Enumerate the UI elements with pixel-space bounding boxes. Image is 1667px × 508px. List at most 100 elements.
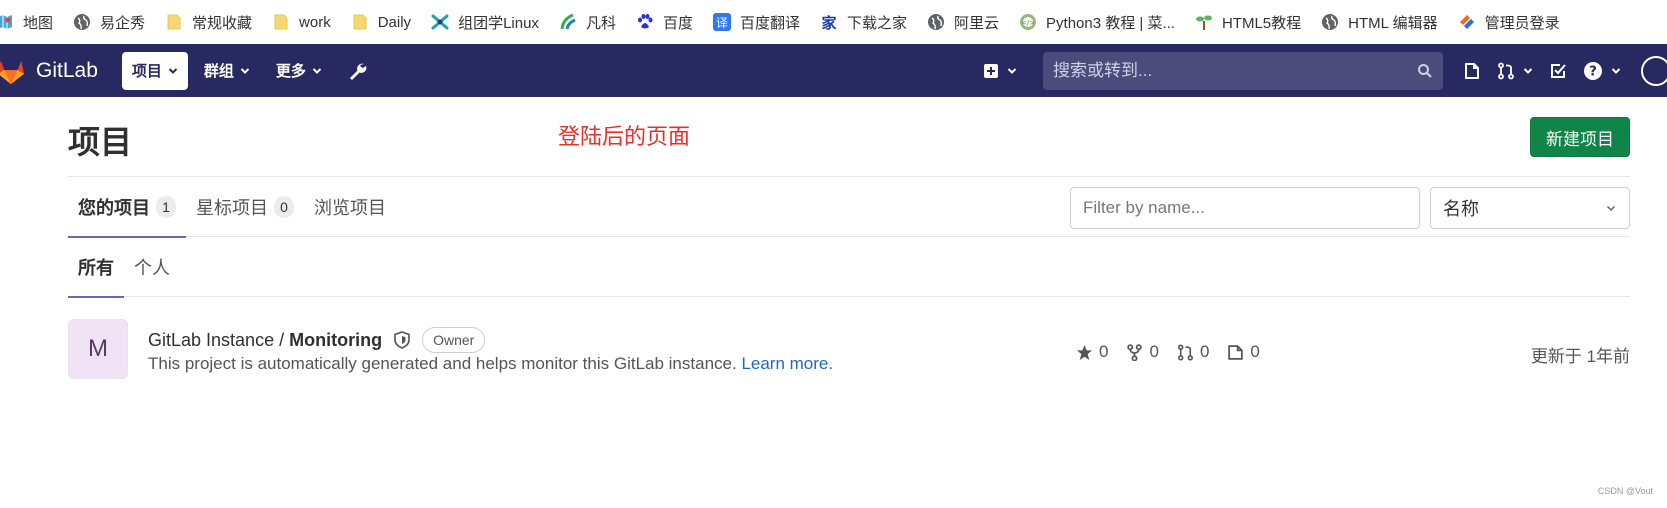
admin-area-button[interactable] xyxy=(338,52,376,90)
project-stats: 0 0 0 0 xyxy=(1076,342,1278,362)
bookmark-map[interactable]: 地图 xyxy=(0,0,53,44)
gitlab-logo-icon xyxy=(0,57,26,85)
issues-count[interactable]: 0 xyxy=(1227,342,1260,362)
search-box[interactable] xyxy=(1043,51,1443,90)
tab-starred-projects[interactable]: 星标项目 0 xyxy=(186,177,304,237)
bookmark-label: Python3 教程 | 菜... xyxy=(1046,14,1175,32)
bookmark-baidu-fanyi[interactable]: 译 百度翻译 xyxy=(712,0,800,44)
watermark: CSDN @Vout xyxy=(1597,486,1653,496)
bookmark-label: 组团学Linux xyxy=(458,14,539,32)
forks-count[interactable]: 0 xyxy=(1126,342,1159,362)
sprout-icon xyxy=(1195,13,1213,31)
stars-count[interactable]: 0 xyxy=(1076,342,1108,362)
stat-value: 0 xyxy=(1099,342,1109,361)
bookmark-label: 百度 xyxy=(662,14,693,32)
todos-button[interactable] xyxy=(1541,52,1575,90)
nav-menu-projects[interactable]: 项目 xyxy=(121,51,188,90)
bookmark-python3[interactable]: </> Python3 教程 | 菜... xyxy=(1019,0,1175,44)
chevron-down-icon xyxy=(1606,205,1616,212)
ownership-tabs: 所有 个人 xyxy=(68,237,1630,298)
nav-menu-label: 群组 xyxy=(203,63,234,80)
merge-requests-button[interactable] xyxy=(1489,52,1541,90)
project-description: This project is automatically generated … xyxy=(148,354,833,374)
tab-label: 星标项目 xyxy=(196,198,268,218)
stat-value: 0 xyxy=(1250,342,1260,361)
globe-icon xyxy=(927,13,945,31)
bookmark-xiazai-zhijia[interactable]: 家 下载之家 xyxy=(820,0,907,44)
learn-more-link[interactable]: Learn more. xyxy=(741,354,833,373)
bookmark-zutuan-linux[interactable]: 组团学Linux xyxy=(431,0,539,44)
sort-dropdown[interactable]: 名称 xyxy=(1430,187,1630,229)
bookmarks-bar: 地图 易企秀 常规收藏 work Daily 组团学Linux 凡科 百度 译 … xyxy=(0,0,1667,44)
tab-count-badge: 1 xyxy=(156,196,176,218)
sort-selected-value: 名称 xyxy=(1443,199,1479,219)
nav-menu-label: 项目 xyxy=(131,63,162,80)
help-button[interactable]: ? xyxy=(1575,52,1629,90)
tab-explore-projects[interactable]: 浏览项目 xyxy=(304,177,396,237)
bookmark-fanke[interactable]: 凡科 xyxy=(559,0,616,44)
bookmark-label: work xyxy=(299,13,331,31)
admin-icon xyxy=(1458,13,1476,31)
bookmark-folder-changgui[interactable]: 常规收藏 xyxy=(165,0,252,44)
subtab-all[interactable]: 所有 xyxy=(68,237,124,298)
bookmark-label: 易企秀 xyxy=(100,14,146,32)
bookmark-admin-login[interactable]: 管理员登录 xyxy=(1458,0,1560,44)
bookmark-label: 地图 xyxy=(23,14,54,32)
new-project-button[interactable]: 新建项目 xyxy=(1530,117,1630,157)
nav-menu-groups[interactable]: 群组 xyxy=(194,52,260,90)
zutuan-icon xyxy=(431,13,449,31)
bookmark-html5-tutorial[interactable]: HTML5教程 xyxy=(1195,0,1301,44)
project-list-item: M GitLab Instance / Monitoring Owner Thi… xyxy=(68,297,1630,397)
star-icon xyxy=(1077,344,1092,360)
translate-icon: 译 xyxy=(712,13,731,31)
folder-icon xyxy=(272,13,290,31)
merge-requests-count[interactable]: 0 xyxy=(1177,342,1209,362)
project-namespace[interactable]: GitLab Instance / xyxy=(148,330,284,351)
issues-icon xyxy=(1465,62,1479,79)
search-input[interactable] xyxy=(1053,60,1417,81)
bookmark-aliyun[interactable]: 阿里云 xyxy=(927,0,999,44)
fork-icon xyxy=(1127,343,1143,361)
tab-count-badge: 0 xyxy=(274,196,294,218)
tab-your-projects[interactable]: 您的项目 1 xyxy=(68,177,186,238)
folder-icon xyxy=(165,13,183,31)
project-name-link[interactable]: Monitoring xyxy=(289,330,382,351)
gitlab-home-link[interactable]: GitLab xyxy=(0,44,98,97)
user-avatar-button[interactable] xyxy=(1641,55,1667,86)
new-dropdown-button[interactable] xyxy=(975,52,1025,90)
bookmark-baidu[interactable]: 百度 xyxy=(636,0,693,44)
page-header: 项目 登陆后的页面 新建项目 xyxy=(68,97,1630,177)
bookmark-label: 下载之家 xyxy=(846,14,907,32)
stat-value: 0 xyxy=(1199,342,1210,361)
filter-by-name-input[interactable] xyxy=(1070,187,1420,229)
projects-page: 项目 登陆后的页面 新建项目 您的项目 1 星标项目 0 浏览项目 名称 所有 … xyxy=(68,97,1630,397)
svg-text:家: 家 xyxy=(821,14,836,31)
chevron-down-icon xyxy=(240,67,250,74)
map-icon xyxy=(0,13,14,31)
bookmark-yiqixiu[interactable]: 易企秀 xyxy=(73,0,145,44)
subtab-personal[interactable]: 个人 xyxy=(124,237,180,297)
runoob-icon: </> xyxy=(1019,13,1037,31)
merge-request-icon xyxy=(1177,343,1193,361)
nav-menu-label: 更多 xyxy=(275,63,306,80)
search-icon xyxy=(1418,63,1432,78)
role-badge: Owner xyxy=(422,327,486,353)
project-tabs: 您的项目 1 星标项目 0 浏览项目 名称 xyxy=(68,177,1630,238)
bookmark-folder-work[interactable]: work xyxy=(272,0,331,44)
bookmark-label: 百度翻译 xyxy=(739,14,800,32)
baidu-paw-icon xyxy=(636,13,654,31)
description-text: This project is automatically generated … xyxy=(148,354,737,373)
project-avatar[interactable]: M xyxy=(68,319,128,379)
stat-value: 0 xyxy=(1149,342,1159,361)
issues-button[interactable] xyxy=(1455,52,1489,90)
brand-name: GitLab xyxy=(36,58,98,82)
bookmark-label: 管理员登录 xyxy=(1484,14,1560,32)
top-navbar: GitLab 项目 群组 更多 ? xyxy=(0,44,1667,97)
bookmark-html-editor[interactable]: HTML 编辑器 xyxy=(1321,0,1438,44)
updated-time: 更新于 1年前 xyxy=(1530,347,1630,366)
todo-check-icon xyxy=(1551,63,1566,78)
nav-menu-more[interactable]: 更多 xyxy=(266,52,332,90)
fanke-icon xyxy=(559,13,577,31)
chevron-down-icon xyxy=(312,67,322,74)
bookmark-folder-daily[interactable]: Daily xyxy=(351,0,411,44)
